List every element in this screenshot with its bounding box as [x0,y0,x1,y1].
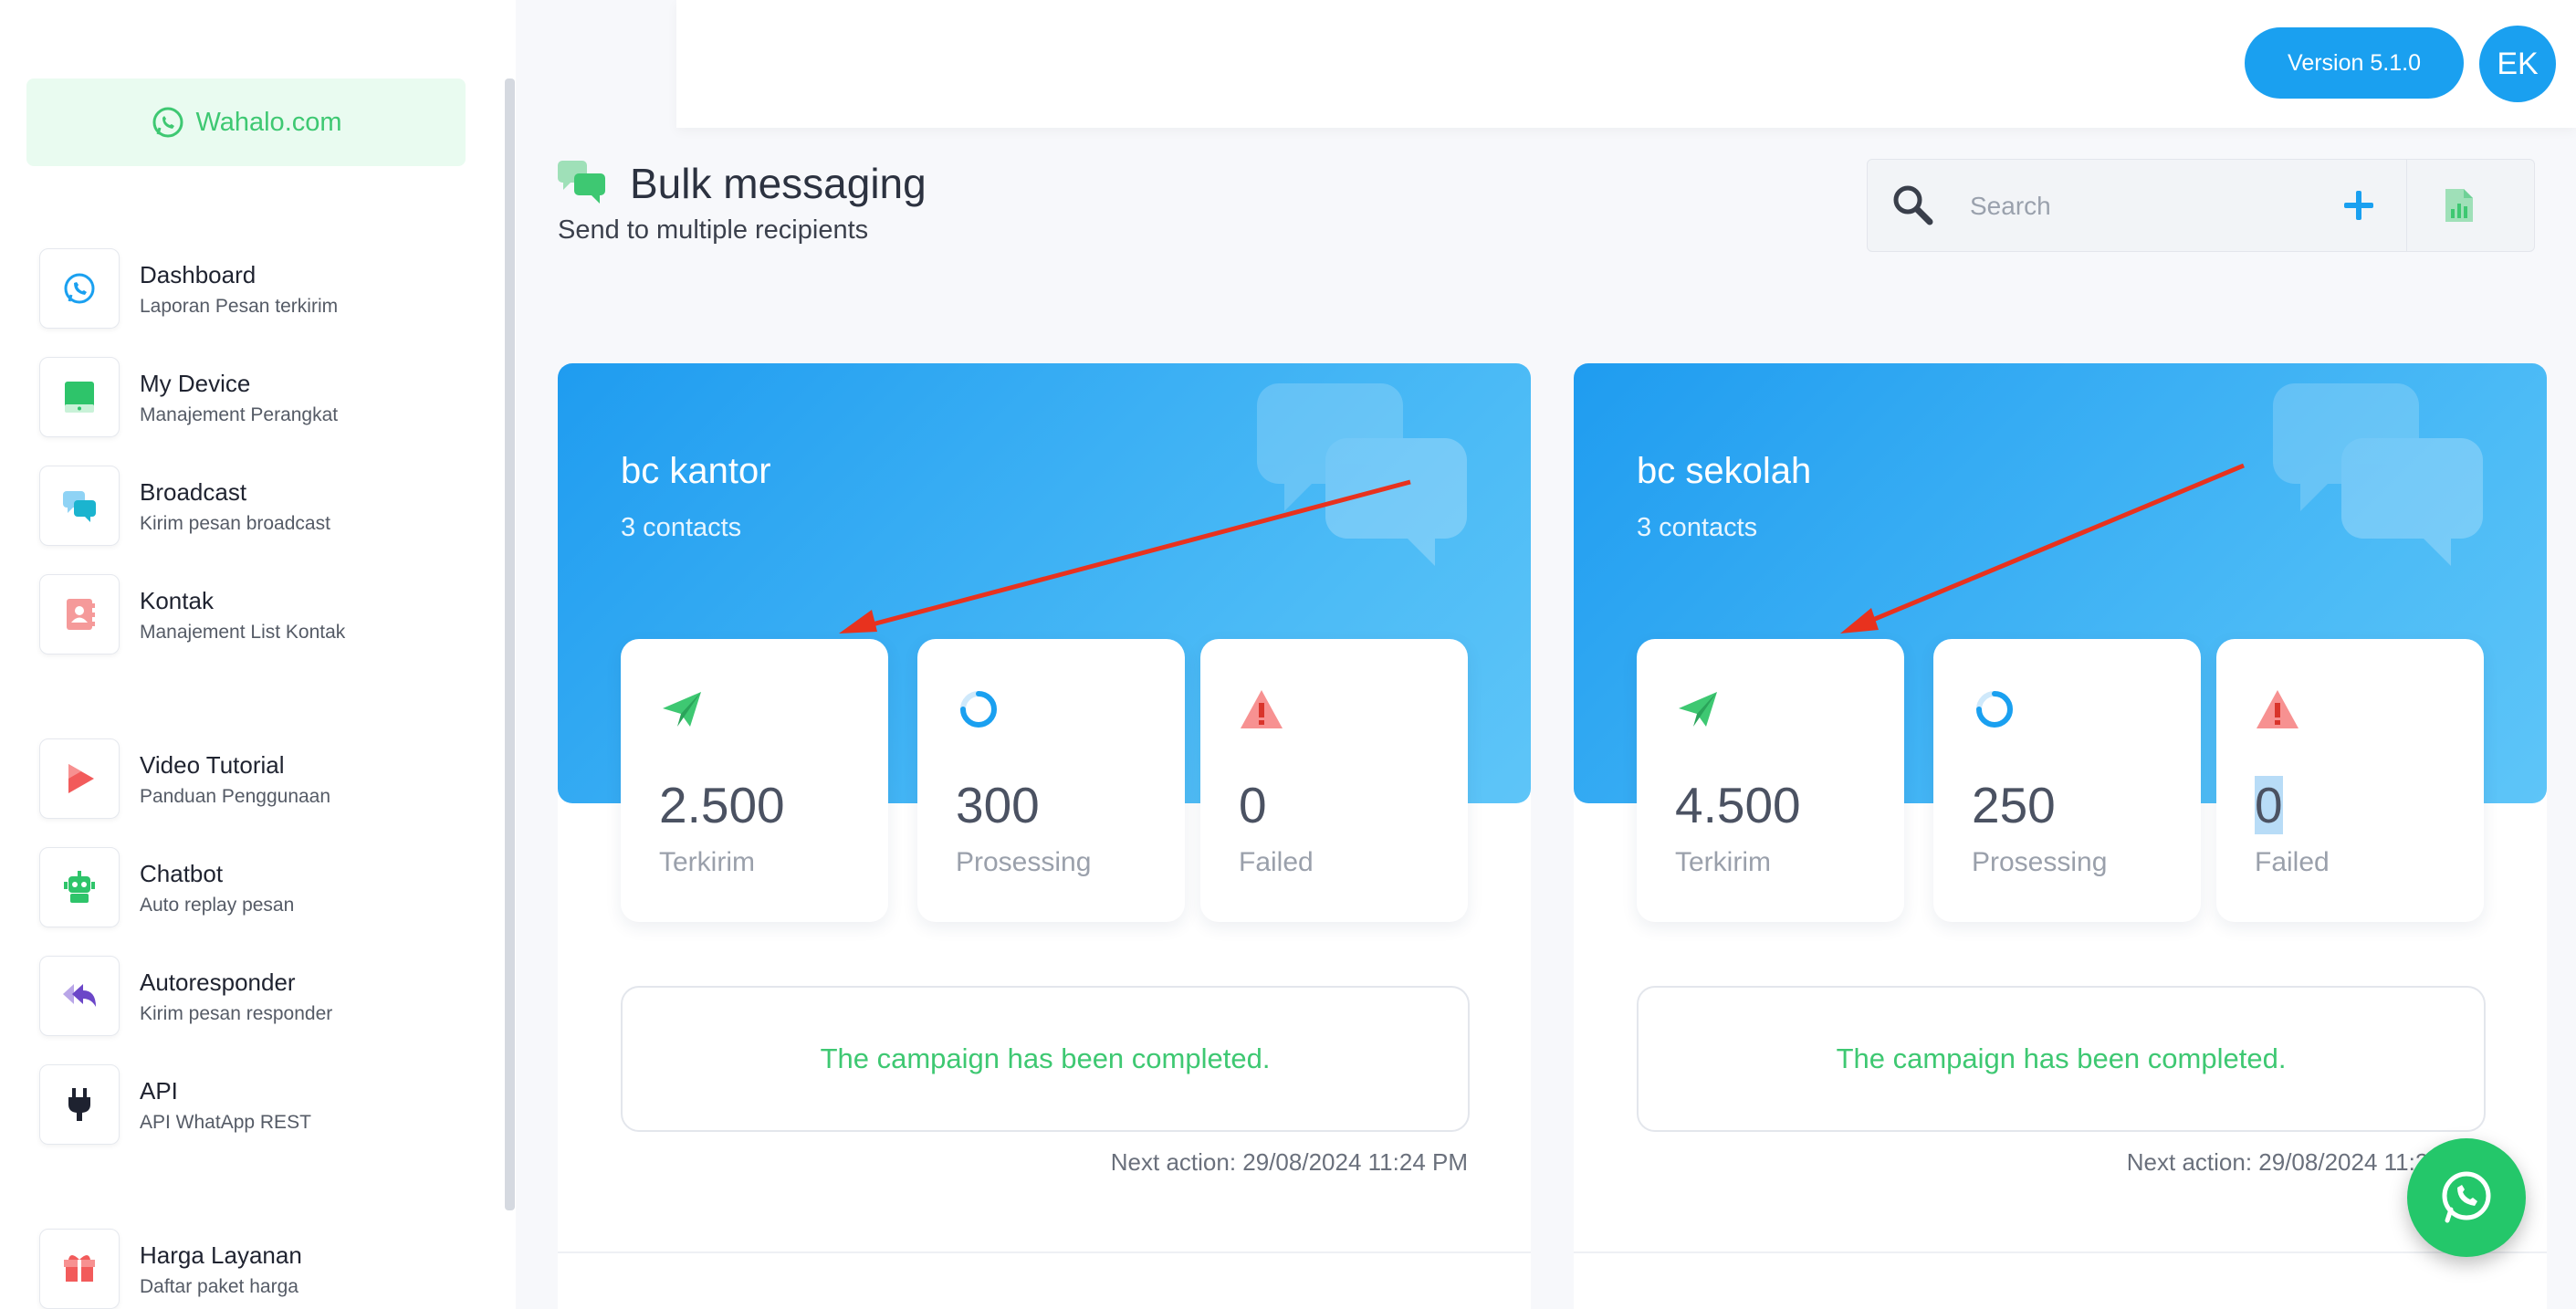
campaign-status: The campaign has been completed. [1637,986,2486,1132]
plus-icon [2344,191,2373,220]
search-divider [2406,160,2407,251]
sidebar-item-subtitle: Manajement Perangkat [140,404,339,425]
search-input[interactable] [1968,185,2300,227]
stat-card-processing: 300 Prosessing [917,639,1185,922]
chat-bubbles-icon [39,466,120,546]
stat-label: Prosessing [956,847,1092,877]
search-bar [1867,159,2535,252]
warning-icon [1241,690,1283,728]
search-icon[interactable] [1890,182,1935,227]
sidebar-item-dashboard[interactable]: Dashboard Laporan Pesan terkirim [39,248,477,329]
contact-book-icon [39,574,120,654]
stat-card-failed: 0 Failed [1200,639,1468,922]
reply-icon [39,956,120,1036]
stat-label: Terkirim [1675,847,1771,877]
sidebar-item-subtitle: Kirim pesan responder [140,1003,333,1024]
stat-card-failed: 0 Failed [2216,639,2484,922]
sidebar-item-api[interactable]: API API WhatApp REST [39,1064,477,1145]
whatsapp-chat-button[interactable] [2407,1138,2526,1257]
campaign-name: bc kantor [621,451,771,491]
stat-value: 0 [1239,777,1267,833]
stat-value: 4.500 [1675,777,1801,833]
campaign-card: bc sekolah 3 contacts 4.500 Terkirim 250… [1574,363,2547,1309]
sidebar-item-my-device[interactable]: My Device Manajement Perangkat [39,357,477,437]
avatar[interactable]: EK [2479,26,2556,102]
stat-value: 300 [956,777,1040,833]
tablet-icon [39,357,120,437]
stat-value: 0 [2255,776,2283,834]
divider [1574,1251,2547,1253]
sidebar-item-subtitle: Kirim pesan broadcast [140,513,330,534]
robot-icon [39,847,120,927]
next-action: Next action: 29/08/2024 11:24 PM [1110,1148,1468,1176]
sidebar-item-broadcast[interactable]: Broadcast Kirim pesan broadcast [39,466,477,546]
send-icon [1679,692,1717,727]
spinner-icon [960,691,997,728]
stat-value: 250 [1972,777,2056,833]
whatsapp-icon [2442,1171,2491,1223]
gift-box-icon [39,1229,120,1309]
whatsapp-icon [152,107,183,138]
page-title: Bulk messaging [630,160,927,207]
sidebar-item-video-tutorial[interactable]: Video Tutorial Panduan Penggunaan [39,738,477,819]
sidebar-item-kontak[interactable]: Kontak Manajement List Kontak [39,574,477,654]
whatsapp-icon [39,248,120,329]
chat-bubbles-icon [2273,383,2483,566]
warning-icon [2257,690,2299,728]
sidebar-item-chatbot[interactable]: Chatbot Auto replay pesan [39,847,477,927]
sidebar-item-subtitle: API WhatApp REST [140,1112,311,1133]
spreadsheet-icon [2445,189,2473,222]
sidebar-item-harga-layanan[interactable]: Harga Layanan Daftar paket harga [39,1229,477,1309]
sidebar-scrollbar[interactable] [505,79,515,1210]
add-button[interactable] [2333,180,2384,231]
play-icon [39,738,120,819]
stat-label: Failed [2255,847,2330,877]
sidebar-item-title: Kontak [140,587,214,614]
stat-label: Failed [1239,847,1314,877]
sidebar-item-subtitle: Laporan Pesan terkirim [140,296,339,317]
page-subtitle: Send to multiple recipients [558,215,869,245]
stat-card-processing: 250 Prosessing [1933,639,2201,922]
version-button[interactable]: Version 5.1.0 [2245,27,2464,99]
stat-card-sent: 2.500 Terkirim [621,639,888,922]
sidebar-item-title: Dashboard [140,261,257,288]
divider [558,1251,1531,1253]
sidebar-item-subtitle: Panduan Penggunaan [140,786,331,807]
chat-bubbles-icon [1257,383,1467,566]
sidebar-item-title: Harga Layanan [140,1241,302,1269]
spinner-icon [1976,691,2013,728]
sidebar-item-subtitle: Auto replay pesan [140,895,295,916]
plug-icon [39,1064,120,1145]
sidebar: Wahalo.com Dashboard Laporan Pesan terki… [0,0,516,1309]
campaign-contacts: 3 contacts [1637,513,1758,542]
send-icon [663,692,701,727]
sidebar-item-subtitle: Manajement List Kontak [140,622,346,643]
stat-label: Terkirim [659,847,755,877]
campaign-status: The campaign has been completed. [621,986,1470,1132]
sidebar-item-title: API [140,1077,178,1105]
chat-bubbles-icon [558,161,605,204]
sidebar-item-title: Autoresponder [140,969,296,996]
campaign-contacts: 3 contacts [621,513,742,542]
sidebar-item-title: My Device [140,370,251,397]
sidebar-item-subtitle: Daftar paket harga [140,1276,298,1297]
brand-label: Wahalo.com [195,107,342,137]
brand-logo[interactable]: Wahalo.com [26,79,466,166]
report-button[interactable] [2434,180,2485,231]
campaign-name: bc sekolah [1637,451,1812,491]
sidebar-item-title: Video Tutorial [140,751,285,779]
sidebar-item-title: Chatbot [140,860,224,887]
sidebar-item-title: Broadcast [140,478,247,506]
sidebar-item-autoresponder[interactable]: Autoresponder Kirim pesan responder [39,956,477,1036]
stat-card-sent: 4.500 Terkirim [1637,639,1904,922]
campaign-card: bc kantor 3 contacts 2.500 Terkirim 300 … [558,363,1531,1309]
stat-value: 2.500 [659,777,785,833]
stat-label: Prosessing [1972,847,2108,877]
